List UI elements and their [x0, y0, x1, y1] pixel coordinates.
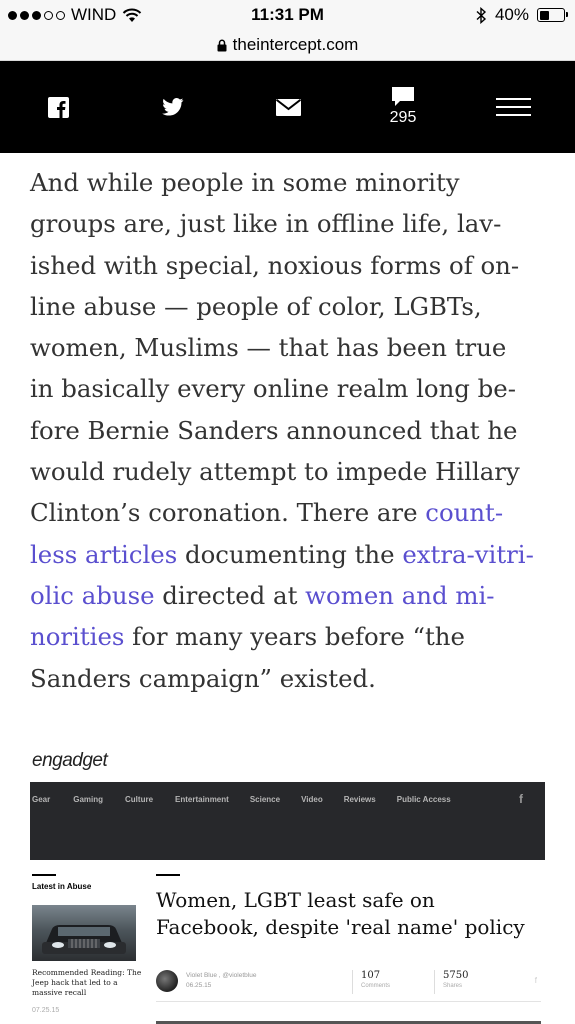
extra-vitriolic-abuse-link[interactable]: extra-vitri- [402, 540, 534, 569]
facebook-share-button[interactable] [44, 61, 72, 153]
divider [32, 874, 56, 876]
article-line: norities for many years before “the [30, 616, 550, 657]
article-line: Sanders campaign” existed. [30, 663, 376, 693]
url-text: theintercept.com [232, 35, 359, 54]
menu-button[interactable] [495, 61, 531, 153]
battery-level [539, 10, 549, 20]
email-share-button[interactable] [274, 61, 302, 153]
article-line: less articles documenting the extra-vitr… [30, 534, 550, 575]
nav-item-video: Video [301, 795, 323, 804]
women-and-minorities-link[interactable]: norities [30, 622, 124, 651]
comments-button[interactable]: 295 [384, 61, 422, 153]
nav-item-public-access: Public Access [396, 795, 451, 804]
latest-label: Latest in Abuse [32, 882, 92, 891]
status-bar: WIND 11:31 PM 40% [0, 0, 575, 30]
article-line: groups are, just like in offline life, l… [30, 209, 502, 239]
battery-icon [537, 8, 568, 22]
share-toolbar: 295 [0, 61, 575, 153]
shares-stat: 5750 Shares [434, 970, 468, 994]
article-line: women, Muslims — that has been true [30, 333, 507, 363]
menu-icon [495, 98, 531, 116]
article-line: olic abuse directed at women and mi- [30, 575, 550, 616]
byline: Violet Blue , @violetblue 06.25.15 107 C… [156, 970, 541, 1002]
twitter-icon [162, 98, 184, 116]
facebook-icon [47, 96, 69, 118]
lock-icon [217, 39, 227, 51]
facebook-icon: f [519, 792, 523, 806]
article-line: Clinton’s coronation. There are count- [30, 492, 550, 533]
twitter-share-button[interactable] [159, 61, 187, 153]
article-line: in basically every online realm long be- [30, 374, 516, 404]
jeep-image [42, 925, 126, 954]
shares-value: 5750 [443, 970, 469, 981]
divider [156, 1001, 541, 1002]
article-text: for many years before “the [124, 622, 465, 652]
engadget-logo: engadget [32, 750, 108, 771]
engadget-nav-items: Gear Gaming Culture Entertainment Scienc… [30, 795, 451, 804]
article-text: documenting the [177, 539, 403, 569]
article-line: ished with special, noxious forms of on- [30, 250, 520, 280]
author-name: Violet Blue , @violetblue [186, 972, 257, 979]
bluetooth-icon [476, 6, 487, 24]
recommended-reading: Recommended Reading: The Jeep hack that … [32, 968, 142, 997]
status-right: 40% [476, 5, 568, 25]
countless-articles-link[interactable]: less articles [30, 540, 177, 569]
extra-vitriolic-abuse-link[interactable]: olic abuse [30, 581, 155, 610]
publish-date: 06.25.15 [186, 982, 212, 989]
recommended-date: 07.25.15 [32, 1007, 60, 1014]
engadget-nav: Gear Gaming Culture Entertainment Scienc… [30, 782, 545, 860]
countless-articles-link[interactable]: count- [425, 498, 503, 527]
comments-icon [392, 87, 414, 106]
shares-label: Shares [443, 983, 463, 989]
embedded-screenshot: engadget Gear Gaming Culture Entertainme… [30, 745, 545, 1024]
email-icon [275, 98, 301, 116]
article-line: line abuse — people of color, LGBTs, [30, 291, 482, 321]
address-bar[interactable]: theintercept.com [0, 30, 575, 61]
comments-value: 107 [361, 970, 381, 981]
nav-item-culture: Culture [125, 795, 154, 804]
article-body: And while people in some minority groups… [30, 162, 550, 699]
nav-item-gaming: Gaming [73, 795, 104, 804]
article-line: fore Bernie Sanders announced that he [30, 415, 518, 445]
battery-percent: 40% [494, 5, 529, 24]
comments-stat: 107 Comments [352, 970, 390, 994]
nav-item-reviews: Reviews [343, 795, 376, 804]
facebook-icon: f [534, 976, 537, 985]
comments-label: Comments [361, 983, 391, 989]
article-line: would rudely attempt to impede Hillary [30, 457, 520, 487]
embedded-headline: Women, LGBT least safe on Facebook, desp… [156, 888, 525, 939]
divider [156, 874, 180, 876]
avatar [156, 970, 178, 992]
article-text: directed at [154, 580, 306, 610]
women-and-minorities-link[interactable]: women and mi- [305, 581, 494, 610]
article-line: And while people in some minority [30, 168, 460, 197]
nav-item-science: Science [249, 795, 281, 804]
comment-count: 295 [389, 109, 417, 126]
nav-item-gear: Gear [32, 795, 51, 804]
article-text: Clinton’s coronation. There are [30, 498, 426, 528]
nav-item-entertainment: Entertainment [175, 795, 229, 804]
jeep-thumbnail [32, 905, 136, 961]
